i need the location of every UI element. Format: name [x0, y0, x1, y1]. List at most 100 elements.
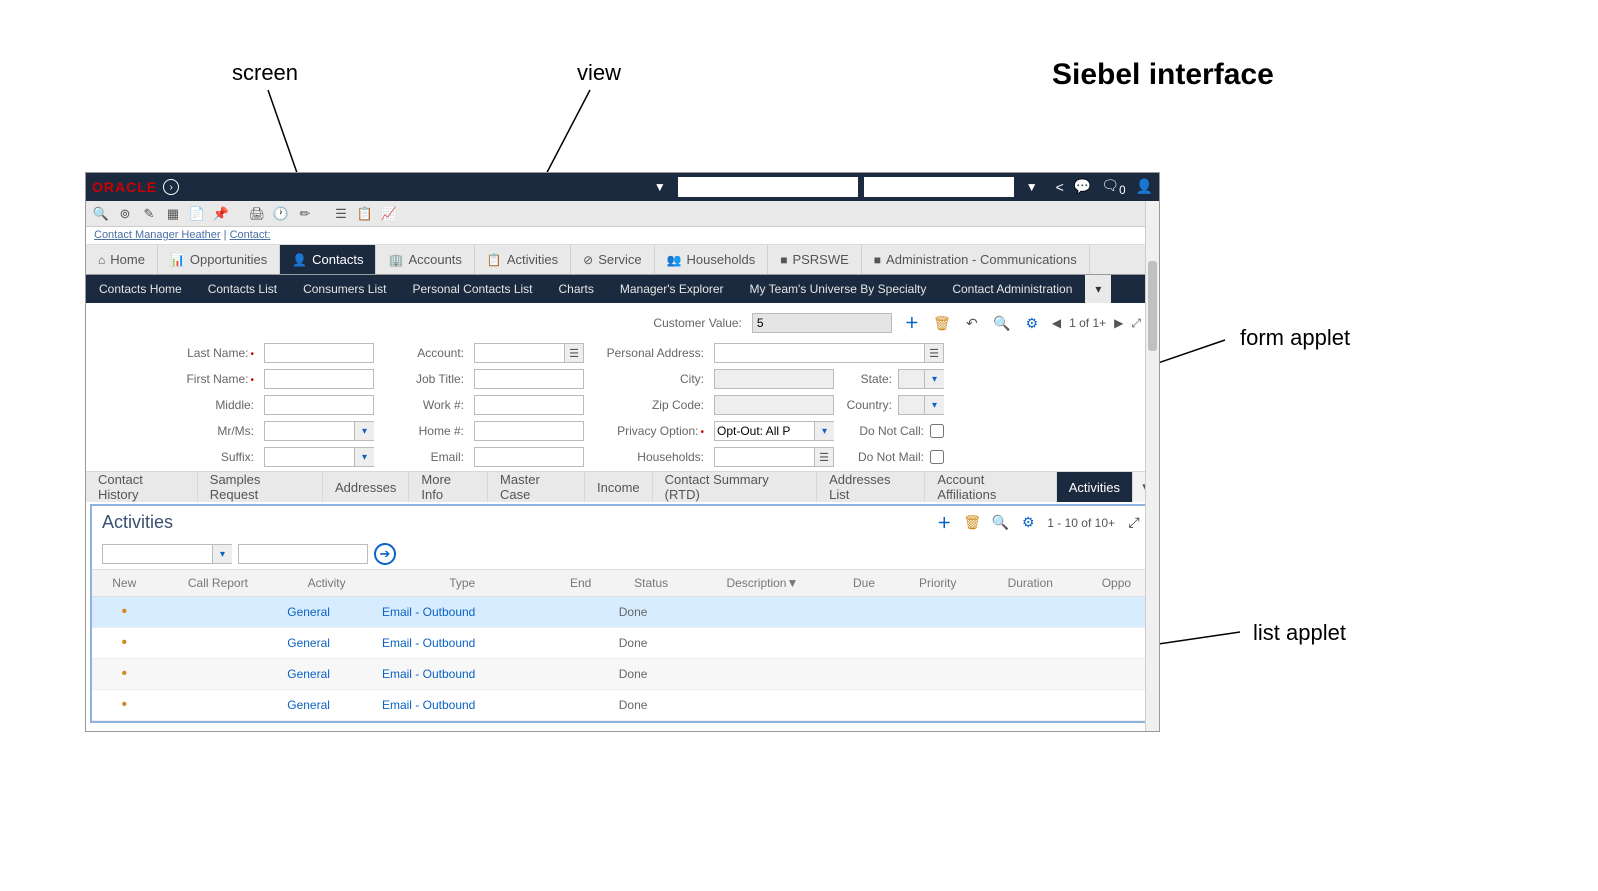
cell-type[interactable]: Email - Outbound	[382, 636, 475, 650]
screen-tab-service[interactable]: ⊘Service	[571, 245, 654, 274]
state-caret-icon[interactable]: ▾	[924, 369, 944, 389]
chat-icon[interactable]: 💬	[1074, 178, 1091, 195]
table-row[interactable]: •GeneralEmail - OutboundDone	[92, 659, 1153, 690]
privacy-caret-icon[interactable]: ▾	[814, 421, 834, 441]
col-priority[interactable]: Priority	[895, 570, 981, 597]
list-filter-input[interactable]	[238, 544, 368, 564]
chk-do-not-mail[interactable]	[930, 450, 944, 464]
share-icon[interactable]: <	[1056, 179, 1064, 195]
search-dropdown-caret[interactable]: ▼	[1020, 180, 1044, 194]
input-personal-address[interactable]	[714, 343, 944, 363]
form-new-icon[interactable]: ＋	[902, 313, 922, 333]
detail-tab-account-affiliations[interactable]: Account Affiliations	[925, 472, 1056, 502]
form-settings-icon[interactable]: ⚙	[1022, 313, 1042, 333]
breadcrumb-link-1[interactable]: Contact Manager Heather	[94, 229, 221, 241]
toolbar-search-icon[interactable]: 🔍	[90, 203, 112, 225]
scrollbar-thumb[interactable]	[1148, 261, 1157, 351]
toolbar-copy-icon[interactable]: 📋	[354, 203, 376, 225]
list-filter-go-icon[interactable]: ➔	[374, 543, 396, 565]
detail-tab-master-case[interactable]: Master Case	[488, 472, 585, 502]
col-new[interactable]: New	[92, 570, 157, 597]
vertical-scrollbar[interactable]	[1145, 201, 1159, 731]
detail-tab-income[interactable]: Income	[585, 472, 653, 502]
list-filter-caret-icon[interactable]: ▾	[212, 544, 232, 564]
toolbar-clock-icon[interactable]: 🕐	[270, 203, 292, 225]
toolbar-target-icon[interactable]: ⊚	[114, 203, 136, 225]
cell-activity[interactable]: General	[287, 636, 330, 650]
input-middle[interactable]	[264, 395, 374, 415]
input-job-title[interactable]	[474, 369, 584, 389]
view-tab-more[interactable]: ▾	[1085, 275, 1111, 303]
pick-account-icon[interactable]: ☰	[564, 343, 584, 363]
cell-type[interactable]: Email - Outbound	[382, 698, 475, 712]
list-settings-icon[interactable]: ⚙	[1019, 514, 1037, 531]
col-oppo[interactable]: Oppo	[1080, 570, 1153, 597]
table-row[interactable]: •GeneralEmail - OutboundDone	[92, 628, 1153, 659]
form-query-icon[interactable]: 🔍	[992, 313, 1012, 333]
toolbar-edit-icon[interactable]: ✎	[138, 203, 160, 225]
view-tab-charts[interactable]: Charts	[546, 275, 607, 303]
view-tab-my-team-s-universe-by-specialty[interactable]: My Team's Universe By Specialty	[737, 275, 940, 303]
detail-tab-more-info[interactable]: More Info	[409, 472, 488, 502]
toolbar-doc-icon[interactable]: 📄	[186, 203, 208, 225]
search-scope-dropdown[interactable]: ▼	[648, 180, 672, 194]
input-last-name[interactable]	[264, 343, 374, 363]
notifications-icon[interactable]: 🗨0	[1101, 177, 1125, 197]
table-row[interactable]: •GeneralEmail - OutboundDone	[92, 690, 1153, 721]
detail-tab-contact-history[interactable]: Contact History	[86, 472, 198, 502]
breadcrumb-link-2[interactable]: Contact:	[230, 229, 271, 241]
col-duration[interactable]: Duration	[981, 570, 1080, 597]
view-tab-contacts-home[interactable]: Contacts Home	[86, 275, 195, 303]
toolbar-pin-icon[interactable]: 📌	[210, 203, 232, 225]
list-delete-icon[interactable]: 🗑	[963, 514, 981, 531]
screen-tab-contacts[interactable]: 👤Contacts	[280, 245, 376, 274]
detail-tab-contact-summary-rtd-[interactable]: Contact Summary (RTD)	[653, 472, 817, 502]
input-home[interactable]	[474, 421, 584, 441]
input-zip[interactable]	[714, 395, 834, 415]
pager-expand-icon[interactable]: ⤢	[1131, 316, 1141, 331]
global-search-input-2[interactable]	[864, 177, 1014, 197]
table-row[interactable]: •GeneralEmail - OutboundDone	[92, 597, 1153, 628]
view-tab-manager-s-explorer[interactable]: Manager's Explorer	[607, 275, 737, 303]
input-email[interactable]	[474, 447, 584, 467]
input-work[interactable]	[474, 395, 584, 415]
cell-activity[interactable]: General	[287, 667, 330, 681]
toolbar-layout-icon[interactable]: ▦	[162, 203, 184, 225]
country-caret-icon[interactable]: ▾	[924, 395, 944, 415]
screen-tab-households[interactable]: 👥Households	[655, 245, 769, 274]
mrms-caret-icon[interactable]: ▾	[354, 421, 374, 441]
toolbar-list-icon[interactable]: ☰	[330, 203, 352, 225]
cell-activity[interactable]: General	[287, 605, 330, 619]
detail-tab-activities[interactable]: Activities	[1057, 472, 1133, 502]
form-delete-icon[interactable]: 🗑	[932, 313, 952, 333]
screen-tab-accounts[interactable]: 🏢Accounts	[376, 245, 474, 274]
chk-do-not-call[interactable]	[930, 424, 944, 438]
col-due[interactable]: Due	[833, 570, 894, 597]
screen-tab-home[interactable]: ⌂Home	[86, 245, 158, 274]
detail-tab-addresses-list[interactable]: Addresses List	[817, 472, 925, 502]
cell-activity[interactable]: General	[287, 698, 330, 712]
toolbar-chart-icon[interactable]: 📈	[378, 203, 400, 225]
global-search-input[interactable]	[678, 177, 858, 197]
view-tab-contact-administration[interactable]: Contact Administration	[939, 275, 1085, 303]
pager-prev-icon[interactable]: ◀	[1052, 316, 1061, 330]
nav-toggle-icon[interactable]: ›	[163, 179, 179, 195]
customer-value-input[interactable]	[752, 313, 892, 333]
list-new-icon[interactable]: ＋	[935, 513, 953, 533]
detail-tab-addresses[interactable]: Addresses	[323, 472, 409, 502]
suffix-caret-icon[interactable]: ▾	[354, 447, 374, 467]
screen-tab-activities[interactable]: 📋Activities	[475, 245, 571, 274]
cell-type[interactable]: Email - Outbound	[382, 605, 475, 619]
input-first-name[interactable]	[264, 369, 374, 389]
view-tab-consumers-list[interactable]: Consumers List	[290, 275, 399, 303]
toolbar-print-icon[interactable]: 🖨	[246, 203, 268, 225]
list-expand-icon[interactable]: ⤢	[1125, 514, 1143, 531]
pick-households-icon[interactable]: ☰	[814, 447, 834, 467]
col-end[interactable]: End	[550, 570, 610, 597]
screen-tab-administration---communications[interactable]: ■Administration - Communications	[862, 245, 1090, 274]
detail-tab-samples-request[interactable]: Samples Request	[198, 472, 323, 502]
col-description-[interactable]: Description▼	[691, 570, 833, 597]
cell-type[interactable]: Email - Outbound	[382, 667, 475, 681]
screen-tab-opportunities[interactable]: 📊Opportunities	[158, 245, 280, 274]
view-tab-contacts-list[interactable]: Contacts List	[195, 275, 290, 303]
